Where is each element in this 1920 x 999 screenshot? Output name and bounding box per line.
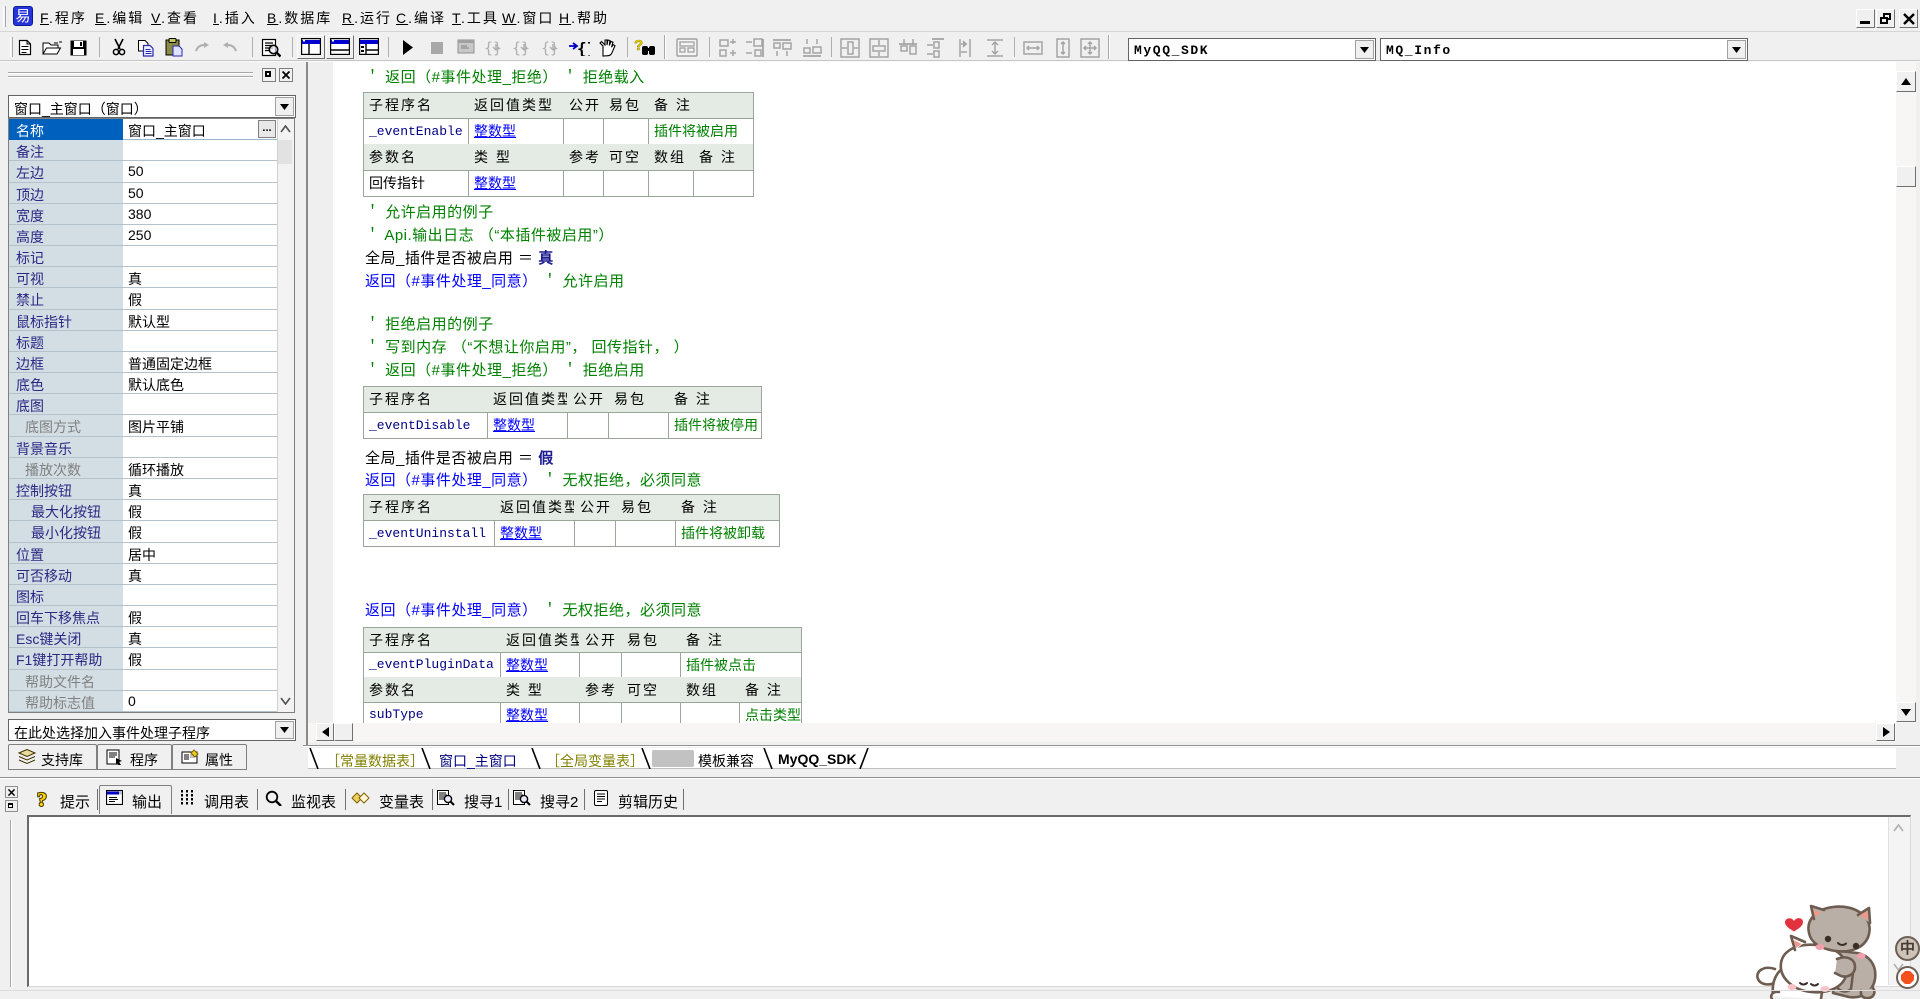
svg-text:?: ? — [37, 790, 47, 810]
svg-text:{}: {} — [577, 39, 590, 56]
svg-text:?: ? — [634, 37, 643, 54]
